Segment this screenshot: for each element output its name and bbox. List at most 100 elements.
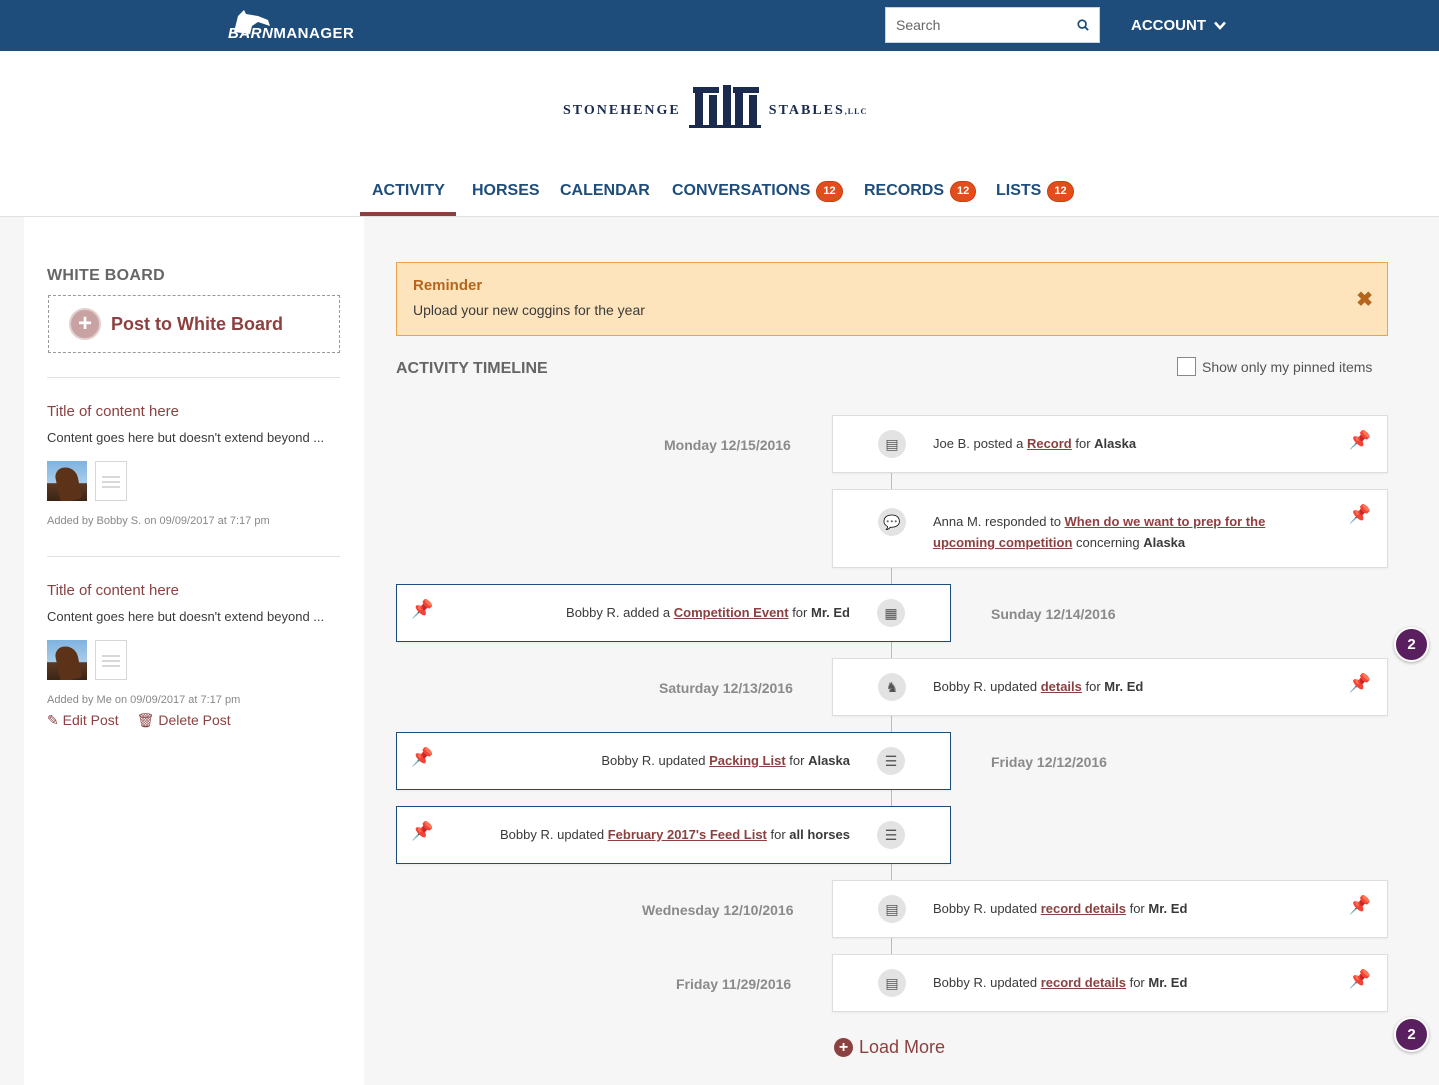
document-icon: ▤ [878, 430, 906, 458]
timeline-date: Sunday 12/14/2016 [991, 606, 1116, 622]
pin-icon[interactable]: 📌 [1349, 673, 1371, 694]
pin-icon[interactable]: 📌 [1349, 430, 1371, 451]
timeline-item-pinned: 📌 Bobby R. added a Competition Event for… [396, 584, 951, 642]
document-icon[interactable] [95, 640, 127, 680]
white-board-sidebar: WHITE BOARD + Post to White Board Title … [24, 217, 364, 1085]
timeline-item: 💬 Anna M. responded to When do we want t… [832, 489, 1388, 568]
pinned-items-filter[interactable]: Show only my pinned items [1177, 357, 1372, 376]
account-label: ACCOUNT [1131, 17, 1206, 34]
notification-count-badge[interactable]: 2 [1394, 1017, 1429, 1052]
pin-icon[interactable]: 📌 [411, 599, 433, 620]
search-input[interactable] [896, 17, 1077, 33]
post-title[interactable]: Title of content here [47, 582, 340, 599]
list-icon: ☰ [877, 747, 905, 775]
timeline-item-link[interactable]: Competition Event [674, 605, 789, 620]
post-button-label: Post to White Board [111, 313, 283, 334]
divider [47, 556, 340, 557]
timeline-item-link[interactable]: February 2017's Feed List [608, 827, 767, 842]
chat-bubbles-icon: 💬 [878, 508, 906, 536]
timeline-item: ▤ Joe B. posted a Record for Alaska 📌 [832, 415, 1388, 473]
main-nav: ACTIVITY HORSES CALENDAR CONVERSATIONS 12… [0, 165, 1439, 217]
timeline-item: ▤ Bobby R. updated record details for Mr… [832, 954, 1388, 1012]
plus-circle-icon: + [834, 1038, 853, 1057]
horse-photo-thumbnail[interactable] [47, 461, 87, 501]
post-attachments [47, 461, 340, 501]
stonehenge-icon [688, 85, 761, 128]
divider [47, 377, 340, 378]
logo-right-word: Stables,LLC [768, 103, 868, 118]
plus-circle-icon: + [69, 308, 101, 340]
timeline-date: Friday 11/29/2016 [676, 976, 792, 992]
load-more-button[interactable]: + Load More [834, 1037, 945, 1058]
active-tab-indicator [360, 212, 456, 216]
notification-count-badge[interactable]: 2 [1394, 627, 1429, 662]
page-header: Stonehenge Stables,LLC ACTIVITY HORSES C… [0, 51, 1439, 217]
timeline-item-link[interactable]: Record [1027, 436, 1072, 451]
chevron-down-icon [1214, 21, 1226, 30]
records-count-badge: 12 [950, 180, 977, 202]
edit-icon: ✎ [47, 712, 59, 728]
post-body: Content goes here but doesn't extend bey… [47, 609, 325, 624]
document-icon: ▤ [878, 895, 906, 923]
tab-activity[interactable]: ACTIVITY [372, 165, 445, 217]
delete-post-button[interactable]: 🗑 Delete Post [137, 712, 231, 729]
tab-horses[interactable]: HORSES [472, 165, 540, 217]
white-board-post: Title of content here Content goes here … [47, 403, 340, 527]
reminder-banner: Reminder Upload your new coggins for the… [396, 262, 1388, 336]
pin-icon[interactable]: 📌 [411, 747, 433, 768]
post-body: Content goes here but doesn't extend bey… [47, 430, 325, 445]
activity-timeline-title: ACTIVITY TIMELINE [396, 360, 548, 377]
document-icon[interactable] [95, 461, 127, 501]
post-title[interactable]: Title of content here [47, 403, 340, 420]
edit-post-button[interactable]: ✎ Edit Post [47, 712, 119, 729]
timeline-date: Monday 12/15/2016 [664, 437, 791, 453]
timeline-item-link[interactable]: details [1041, 679, 1082, 694]
pinned-filter-checkbox[interactable] [1177, 357, 1196, 376]
pinned-filter-label: Show only my pinned items [1202, 358, 1373, 375]
tab-conversations[interactable]: CONVERSATIONS 12 [672, 165, 843, 217]
brand-logo[interactable]: BARNMANAGER [228, 8, 354, 42]
timeline-date: Friday 12/12/2016 [991, 754, 1107, 770]
document-icon: ▤ [878, 969, 906, 997]
pin-icon[interactable]: 📌 [1349, 895, 1371, 916]
pin-icon[interactable]: 📌 [1349, 504, 1371, 525]
timeline-item-link[interactable]: Packing List [709, 753, 786, 768]
white-board-post: Title of content here Content goes here … [47, 582, 340, 729]
search-box[interactable] [885, 7, 1100, 43]
stable-logo: Stonehenge Stables,LLC [563, 81, 867, 131]
post-meta: Added by Me on 09/09/2017 at 7:17 pm [47, 694, 241, 706]
timeline-date: Saturday 12/13/2016 [659, 680, 793, 696]
trash-icon: 🗑 [136, 712, 155, 728]
pin-icon[interactable]: 📌 [411, 821, 433, 842]
white-board-title: WHITE BOARD [47, 267, 165, 284]
timeline-item-pinned: 📌 Bobby R. updated February 2017's Feed … [396, 806, 951, 864]
timeline-item: ▤ Bobby R. updated record details for Mr… [832, 880, 1388, 938]
timeline-item: ♞ Bobby R. updated details for Mr. Ed 📌 [832, 658, 1388, 716]
timeline-date: Wednesday 12/10/2016 [642, 902, 794, 918]
reminder-title: Reminder [413, 277, 483, 294]
reminder-text: Upload your new coggins for the year [413, 302, 645, 318]
post-attachments [47, 640, 340, 680]
load-more-label: Load More [859, 1037, 946, 1057]
post-meta: Added by Bobby S. on 09/09/2017 at 7:17 … [47, 515, 270, 527]
tab-lists[interactable]: LISTS 12 [996, 165, 1074, 217]
tab-records[interactable]: RECORDS 12 [864, 165, 977, 217]
conversations-count-badge: 12 [816, 180, 843, 202]
close-icon[interactable]: ✖ [1356, 287, 1373, 312]
tab-calendar[interactable]: CALENDAR [560, 165, 650, 217]
brand-name: BARNMANAGER [228, 25, 355, 42]
timeline-item-pinned: 📌 Bobby R. updated Packing List for Alas… [396, 732, 951, 790]
post-to-white-board-button[interactable]: + Post to White Board [48, 295, 340, 353]
pin-icon[interactable]: 📌 [1349, 969, 1371, 990]
calendar-add-icon: ▦ [877, 599, 905, 627]
top-bar: BARNMANAGER ACCOUNT [0, 0, 1439, 51]
search-icon[interactable] [1077, 18, 1089, 32]
timeline-item-link[interactable]: record details [1041, 901, 1126, 916]
post-actions: ✎ Edit Post 🗑 Delete Post [47, 712, 340, 729]
lists-count-badge: 12 [1047, 180, 1074, 202]
logo-left-word: Stonehenge [563, 103, 681, 118]
account-menu[interactable]: ACCOUNT [1131, 17, 1226, 34]
timeline-item-link[interactable]: record details [1041, 975, 1126, 990]
list-icon: ☰ [877, 821, 905, 849]
horse-photo-thumbnail[interactable] [47, 640, 87, 680]
